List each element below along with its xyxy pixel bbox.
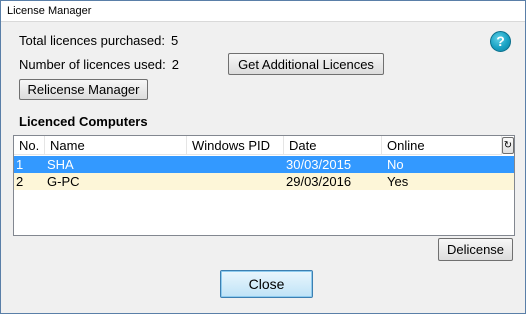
delicense-button[interactable]: Delicense [438,238,513,261]
column-header-name[interactable]: Name [45,136,187,155]
window-title: License Manager [1,1,525,22]
licences-purchased-label: Total licences purchased: [19,33,165,48]
get-additional-licences-button[interactable]: Get Additional Licences [228,53,384,75]
help-icon[interactable]: ? [490,31,511,52]
row-name: G-PC [47,174,80,189]
row-windows-pid [187,156,189,173]
column-header-date[interactable]: Date [284,136,382,155]
table-header: No. Name Windows PID Date Online [14,136,502,155]
column-header-online[interactable]: Online [382,136,502,155]
licences-used-label: Number of licences used: [19,57,166,72]
row-date: 30/03/2015 [286,157,352,172]
row-windows-pid [187,173,189,190]
column-header-windows-pid[interactable]: Windows PID [187,136,284,155]
row-number: 2 [16,174,24,189]
table-row[interactable]: 1 SHA 30/03/2015 No [14,156,514,173]
row-online: Yes [387,174,409,189]
licences-used-value: 2 [171,57,179,72]
relicense-manager-button[interactable]: Relicense Manager [19,79,148,100]
row-date: 29/03/2016 [286,174,352,189]
licences-purchased-value: 5 [170,33,179,48]
license-manager-window: License Manager Total licences purchased… [0,0,526,314]
row-online: No [387,157,404,172]
row-name: SHA [47,157,74,172]
licenced-computers-table[interactable]: No. Name Windows PID Date Online ↻ 1 SHA… [13,135,515,236]
column-header-no[interactable]: No. [14,136,45,155]
licenced-computers-heading: Licenced Computers [19,114,148,129]
row-number: 1 [16,157,24,172]
table-row[interactable]: 2 G-PC 29/03/2016 Yes [14,173,514,190]
close-button[interactable]: Close [220,270,313,298]
refresh-icon[interactable]: ↻ [502,137,514,154]
licences-used: Number of licences used: 2 [19,57,179,72]
licences-purchased: Total licences purchased: 5 [19,33,178,48]
dialog-body: Total licences purchased: 5 Number of lic… [1,23,525,313]
